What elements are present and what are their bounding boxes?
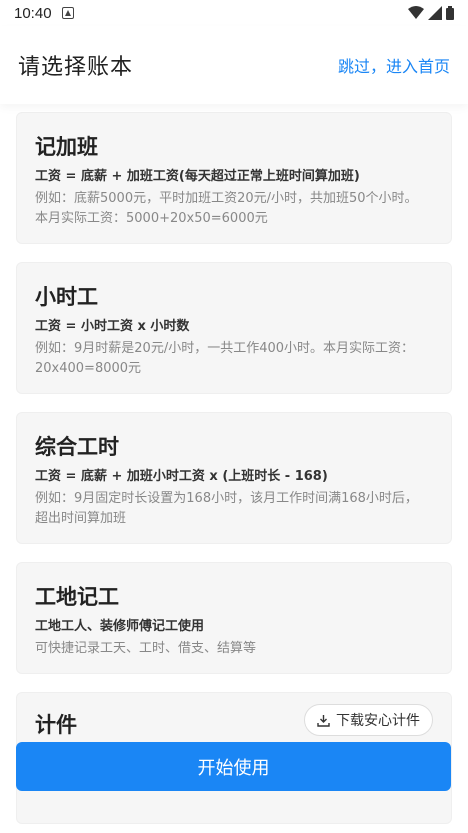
ledger-card-hourly[interactable]: 小时工 工资 = 小时工资 x 小时数 例如：9月时薪是20元/小时，一共工作4…: [16, 262, 452, 394]
download-button-label: 下载安心计件: [336, 713, 420, 729]
card-formula: 工资 = 小时工资 x 小时数: [35, 319, 190, 334]
card-description-line: 例如：9月时薪是20元/小时，一共工作400小时。本月实际工资：: [35, 341, 415, 356]
card-title: 计件: [35, 713, 77, 737]
download-icon: [317, 714, 330, 727]
signal-icon: [428, 6, 442, 20]
card-formula: 工资 = 底薪 + 加班小时工资 x (上班时长 - 168): [35, 469, 328, 484]
download-app-button[interactable]: 下载安心计件: [304, 704, 433, 736]
status-icons: [408, 6, 454, 20]
card-description-line: 例如：9月固定时长设置为168小时，该月工作时间满168小时后，: [35, 491, 418, 506]
card-description-line: 本月实际工资：5000+20x50=6000元: [35, 211, 268, 226]
notification-icon: [61, 7, 74, 19]
card-title: 工地记工: [35, 585, 119, 609]
card-description-line: 例如：底薪5000元，平时加班工资20元/小时，共加班50个小时。: [35, 191, 418, 206]
card-title: 综合工时: [35, 435, 119, 459]
page-title: 请选择账本: [18, 55, 134, 80]
card-description-line: 20x400=8000元: [35, 361, 142, 376]
card-formula: 工地工人、装修师傅记工使用: [35, 619, 205, 634]
ledger-card-overtime[interactable]: 记加班 工资 = 底薪 + 加班工资(每天超过正常上班时间算加班) 例如：底薪5…: [16, 112, 452, 244]
wifi-icon: [408, 6, 424, 19]
card-title: 记加班: [35, 135, 98, 159]
ledger-card-comprehensive[interactable]: 综合工时 工资 = 底薪 + 加班小时工资 x (上班时长 - 168) 例如：…: [16, 412, 452, 544]
ledger-list[interactable]: 记加班 工资 = 底薪 + 加班工资(每天超过正常上班时间算加班) 例如：底薪5…: [0, 104, 468, 833]
battery-icon: [446, 6, 454, 20]
start-using-button[interactable]: 开始使用: [16, 742, 451, 791]
header: 请选择账本 跳过，进入首页: [0, 26, 468, 104]
status-bar: 10:40: [0, 0, 468, 26]
card-title: 小时工: [35, 285, 98, 309]
card-description-line: 超出时间算加班: [35, 511, 127, 526]
status-time: 10:40: [14, 4, 52, 22]
skip-to-home-link[interactable]: 跳过，进入首页: [338, 53, 450, 77]
card-formula: 工资 = 底薪 + 加班工资(每天超过正常上班时间算加班): [35, 169, 360, 184]
card-description-line: 可快捷记录工天、工时、借支、结算等: [35, 641, 257, 656]
ledger-card-construction[interactable]: 工地记工 工地工人、装修师傅记工使用 可快捷记录工天、工时、借支、结算等: [16, 562, 452, 674]
